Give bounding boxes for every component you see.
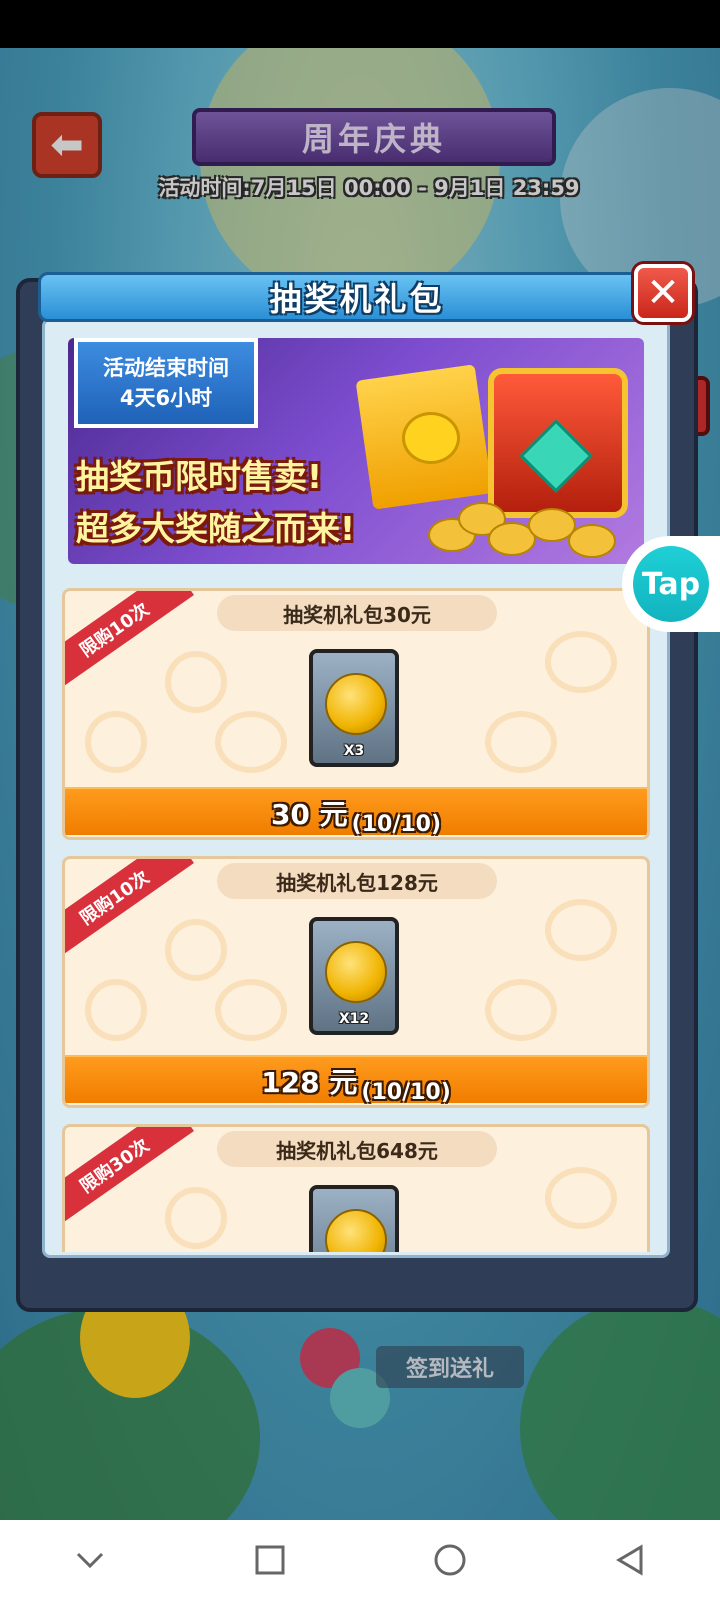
tap-label: Tap: [641, 566, 701, 602]
modal-close-button[interactable]: ✕: [634, 264, 692, 322]
package-title-pill: 抽奖机礼包648元: [217, 1131, 497, 1167]
reward-quantity: X3: [343, 743, 365, 759]
countdown-value: 4天6小时: [119, 386, 213, 410]
buy-button[interactable]: 30 元 (10/10): [65, 787, 647, 837]
reward-item-slot: X12: [309, 917, 399, 1035]
package-list[interactable]: 抽奖机礼包30元 限购10次 X3 30 元 (10/10) 抽奖机礼包128元…: [62, 572, 650, 1252]
stock-remaining: (10/10): [351, 812, 442, 837]
promo-line-1: 抽奖币限时售卖!: [76, 457, 323, 496]
stock-remaining: (10/10): [361, 1080, 451, 1105]
package-title: 抽奖机礼包30元: [283, 602, 431, 627]
purchase-limit-text: 限购10次: [76, 598, 154, 662]
price-text: 128 元: [261, 1066, 358, 1099]
package-title-pill: 抽奖机礼包30元: [217, 595, 497, 631]
modal-header: 抽奖机礼包: [38, 272, 676, 322]
package-title: 抽奖机礼包128元: [276, 870, 438, 895]
tap-logo-icon: Tap: [633, 546, 709, 622]
countdown-label: 活动结束时间: [103, 356, 229, 380]
back-triangle-icon[interactable]: [600, 1530, 660, 1590]
promo-banner: 活动结束时间 4天6小时 抽奖币限时售卖! 超多大奖随之而来!: [68, 338, 644, 564]
countdown-tag: 活动结束时间 4天6小时: [74, 338, 258, 428]
modal-title: 抽奖机礼包: [269, 280, 445, 318]
coin-pile-icon: [428, 488, 628, 558]
duck-icon: [402, 412, 460, 464]
package-card: 抽奖机礼包30元 限购10次 X3 30 元 (10/10): [62, 588, 650, 840]
reward-item-slot: [309, 1185, 399, 1252]
close-icon: ✕: [646, 270, 680, 316]
package-title-pill: 抽奖机礼包128元: [217, 863, 497, 899]
buy-button[interactable]: 128 元 (10/10): [65, 1055, 647, 1105]
package-title: 抽奖机礼包648元: [276, 1138, 438, 1163]
home-circle-icon[interactable]: [420, 1530, 480, 1590]
purchase-limit-text: 限购30次: [76, 1134, 154, 1198]
lottery-coin-icon: [325, 1209, 387, 1252]
recents-square-icon[interactable]: [240, 1530, 300, 1590]
package-card: 抽奖机礼包128元 限购10次 X12 128 元 (10/10): [62, 856, 650, 1108]
lottery-coin-icon: [325, 941, 387, 1003]
reward-item-slot: X3: [309, 649, 399, 767]
system-nav-bar: [0, 1520, 720, 1600]
reward-quantity: X12: [338, 1011, 370, 1027]
taptap-floating-button[interactable]: Tap: [622, 536, 720, 632]
lottery-coin-icon: [325, 673, 387, 735]
package-card: 抽奖机礼包648元 限购30次: [62, 1124, 650, 1252]
price-text: 30 元: [270, 798, 348, 831]
promo-line-2: 超多大奖随之而来!: [76, 509, 356, 548]
chevron-down-icon[interactable]: [60, 1530, 120, 1590]
purchase-limit-text: 限购10次: [76, 866, 154, 930]
